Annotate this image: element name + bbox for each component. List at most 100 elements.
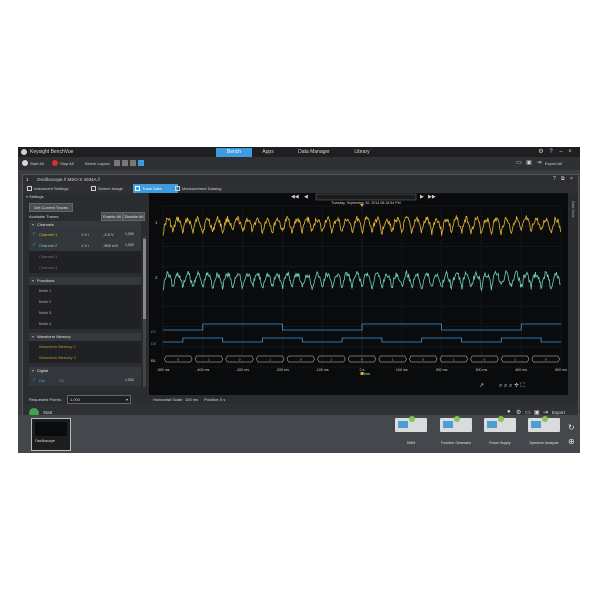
refresh-icon[interactable]: ↻ (568, 423, 575, 432)
channel-row[interactable]: ✓ Channel 2 1 V / -500 mV 1,000 (29, 240, 141, 251)
stop-all-label[interactable]: Stop All (60, 161, 74, 166)
digital-name: Dbl (39, 378, 46, 383)
settings-header[interactable]: ▾ Settings (26, 194, 44, 199)
cursor-tool-icon[interactable]: ↗ (479, 383, 484, 389)
trace-plot-area[interactable]: ◀◀ ◀ ▶ ▶▶ Tuesday, September 30, 2014 08… (149, 193, 568, 395)
scrollbar-thumb[interactable] (143, 239, 146, 319)
channel-row[interactable]: ✓ Channel 1 1 V / -2.5 V 1,000 (29, 229, 141, 240)
math-name: Math 2 (39, 299, 52, 304)
channels-section[interactable]: ▾ Channels (29, 221, 141, 229)
bus-value: 0 (484, 357, 486, 361)
checkbox-checked-icon[interactable]: ✓ (32, 240, 36, 251)
bus-value: 0 (177, 357, 179, 361)
help-icon[interactable]: ? (548, 149, 554, 155)
dock-label: Power Supply (489, 441, 511, 445)
start-all-label[interactable]: Start All (30, 161, 44, 166)
channel-scale: 1 V / (81, 232, 90, 237)
checkbox-checked-icon[interactable]: ✓ (32, 375, 36, 386)
bus-value: 1 (392, 357, 394, 361)
export-all-label[interactable]: Export All (545, 161, 562, 166)
memory-row[interactable]: Waveform Memory 2 (29, 352, 141, 363)
tab-label: Instrument Settings (34, 186, 69, 191)
layout-option-1-icon[interactable] (114, 160, 120, 166)
math-row[interactable]: Math 1 (29, 285, 141, 296)
requested-points-label: Requested Points: (29, 397, 62, 402)
bus-value: 1 (331, 357, 333, 361)
memory-row[interactable]: Waveform Memory 1 (29, 341, 141, 352)
close-window-icon[interactable]: × (567, 149, 573, 155)
bus-value: 1 (514, 357, 516, 361)
digital-section[interactable]: ▾ Digital (29, 367, 141, 375)
restore-icon[interactable]: ⧉ (561, 176, 565, 182)
dock-power-supply[interactable]: Power Supply (480, 416, 520, 451)
minimize-icon[interactable]: – (558, 149, 564, 155)
dock-dmm[interactable]: DMM (391, 416, 431, 451)
tab-measurement-datalog[interactable]: Measurement Datalog (173, 184, 252, 193)
layout-option-2-icon[interactable] (122, 160, 128, 166)
waveform-memory-section[interactable]: ▾ Waveform Memory (29, 333, 141, 341)
oscilloscope-panel: 1 Oscilloscope // MSO-X 4034A // ? ⧉ × I… (22, 174, 579, 449)
channel-row[interactable]: Channel 4 (29, 262, 141, 273)
open-folder-icon[interactable]: ▭ (516, 160, 522, 166)
layout-option-3-icon[interactable] (130, 160, 136, 166)
instrument-title: Oscilloscope // MSO-X 4034A // (37, 177, 101, 182)
tab-library[interactable]: Library (344, 148, 380, 157)
caret-down-icon: ▾ (32, 334, 35, 339)
channel2-marker[interactable]: 2 (155, 275, 158, 280)
x-tick-label: 300 ms (476, 368, 488, 372)
layout-option-4-icon[interactable] (138, 160, 144, 166)
x-tick-label: 200 ms (436, 368, 448, 372)
disable-all-button[interactable]: Disable All (123, 212, 145, 221)
get-current-traces-button[interactable]: Get Current Traces (29, 203, 73, 212)
dock-label: DMM (406, 441, 416, 445)
requested-points-select[interactable]: 1,000 ▾ (67, 395, 131, 404)
section-title: Waveform Memory (37, 334, 71, 339)
tab-label: Screen Image (98, 186, 123, 191)
tab-data-manager[interactable]: Data Manager (288, 148, 340, 157)
export-all-icon[interactable]: ⇥ (536, 160, 542, 166)
horizontal-scale-value: 100 ms (185, 397, 199, 402)
tab-instrument-settings[interactable]: Instrument Settings (25, 184, 92, 193)
x-tick-label: -500 ms (157, 368, 170, 372)
channel-row[interactable]: Channel 3 (29, 251, 141, 262)
waveform-plot[interactable]: ◀◀ ◀ ▶ ▶▶ Tuesday, September 30, 2014 08… (149, 193, 568, 395)
tab-label: Measurement Datalog (182, 186, 222, 191)
close-panel-icon[interactable]: × (570, 176, 573, 182)
d1-marker: D1 (151, 329, 157, 334)
add-instrument-icon[interactable]: ⊕ (568, 437, 575, 446)
connected-badge-icon (542, 416, 548, 422)
zoom-tools-icon[interactable]: ⌕ ⌕ ⌕ ✥ ⛶ (499, 382, 525, 389)
enable-all-button[interactable]: Enable All (101, 212, 123, 221)
nav-prev-icon[interactable]: ◀ (304, 194, 308, 200)
digital-row[interactable]: ✓ Dbl D0 1,000 (29, 375, 141, 386)
functions-section[interactable]: ▾ Functions (29, 277, 141, 285)
nav-next-icon[interactable]: ▶ (420, 194, 424, 200)
settings-scrollbar[interactable] (143, 237, 146, 387)
start-all-icon[interactable] (22, 160, 28, 166)
bench-layout-label: Bench Layout: (85, 161, 111, 166)
tab-bench[interactable]: Bench (216, 148, 252, 157)
tab-apps[interactable]: Apps (252, 148, 284, 157)
math-row[interactable]: Math 4 (29, 318, 141, 329)
save-icon[interactable]: ▣ (526, 160, 532, 166)
math-row[interactable]: Math 3 (29, 307, 141, 318)
stop-all-icon[interactable] (52, 160, 58, 166)
channel1-marker[interactable]: 1 (155, 220, 158, 225)
side-tools-label[interactable]: Data Tools (571, 201, 575, 217)
dock-function-generator[interactable]: Function Generator (436, 416, 476, 451)
timeline-overview[interactable] (315, 193, 417, 201)
channel-list: ✓ Channel 1 1 V / -2.5 V 1,000 ✓ Channel… (29, 229, 141, 273)
math-row[interactable]: Math 2 (29, 296, 141, 307)
help-icon[interactable]: ? (553, 176, 556, 182)
checkbox-checked-icon[interactable]: ✓ (32, 229, 36, 240)
math-name: Math 4 (39, 321, 52, 326)
nav-first-icon[interactable]: ◀◀ (291, 194, 299, 200)
dock-spectrum-analyzer[interactable]: Spectrum Analyzer (524, 416, 564, 451)
settings-gear-icon[interactable]: ⚙ (538, 149, 544, 155)
nav-last-icon[interactable]: ▶▶ (428, 194, 436, 200)
requested-points-value: 1,000 (70, 397, 81, 402)
channel-name: Channel 2 (39, 243, 58, 248)
oscilloscope-thumbnail[interactable]: Oscilloscope (31, 418, 71, 451)
channel-name: Channel 4 (39, 265, 58, 270)
tab-trace-data[interactable]: Trace Data (133, 184, 178, 193)
